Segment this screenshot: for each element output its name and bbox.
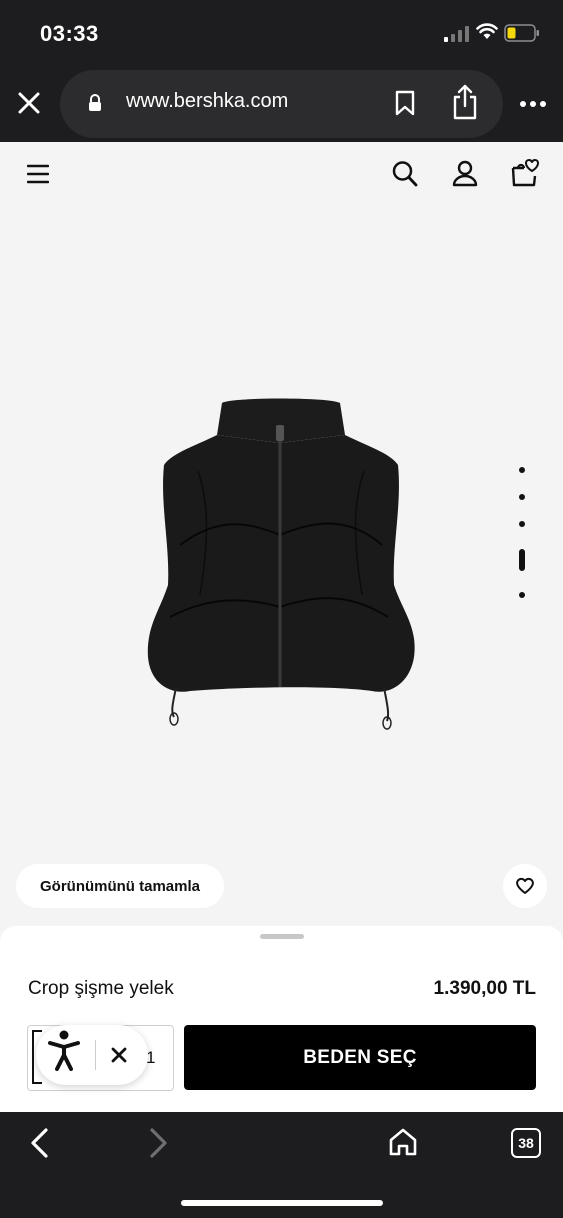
search-icon[interactable]: [392, 160, 418, 188]
status-time: 03:33: [40, 21, 99, 46]
tabs-icon[interactable]: 38: [511, 1128, 541, 1158]
home-indicator: [181, 1200, 383, 1206]
select-size-button[interactable]: BEDEN SEÇ: [184, 1025, 536, 1090]
home-icon[interactable]: [388, 1127, 418, 1157]
pagination-dot[interactable]: [519, 592, 525, 598]
close-icon[interactable]: [111, 1047, 127, 1063]
wifi-icon: [476, 23, 498, 39]
menu-icon[interactable]: [27, 164, 49, 184]
status-bar: 03:33: [0, 0, 563, 66]
accessibility-divider: [95, 1040, 96, 1070]
bookmark-icon[interactable]: [394, 90, 416, 116]
user-icon[interactable]: [452, 160, 478, 188]
accessibility-icon[interactable]: [48, 1030, 80, 1072]
pagination-dot[interactable]: [519, 467, 525, 473]
pagination-dot[interactable]: [519, 521, 525, 527]
product-price: 1.390,00 TL: [433, 978, 536, 999]
more-icon[interactable]: [520, 100, 546, 108]
product-name: Crop şişme yelek: [28, 978, 174, 999]
share-icon[interactable]: [451, 84, 479, 120]
battery-icon: [504, 24, 539, 42]
sheet-handle[interactable]: [260, 934, 304, 939]
url-text[interactable]: www.bershka.com: [126, 90, 288, 113]
wishlist-button[interactable]: [503, 864, 547, 908]
cellular-signal-icon: [444, 26, 469, 42]
pagination-dot[interactable]: [519, 494, 525, 500]
site-header: [0, 142, 563, 206]
forward-icon[interactable]: [148, 1127, 170, 1159]
product-image[interactable]: [140, 395, 422, 731]
lock-icon: [89, 94, 101, 111]
heart-icon: [516, 877, 534, 894]
bag-wishlist-icon[interactable]: [510, 158, 540, 188]
complete-look-button[interactable]: Görünümünü tamamla: [16, 864, 224, 908]
close-icon[interactable]: [16, 90, 42, 116]
back-icon[interactable]: [28, 1127, 50, 1159]
pagination-dot-active[interactable]: [519, 549, 525, 571]
